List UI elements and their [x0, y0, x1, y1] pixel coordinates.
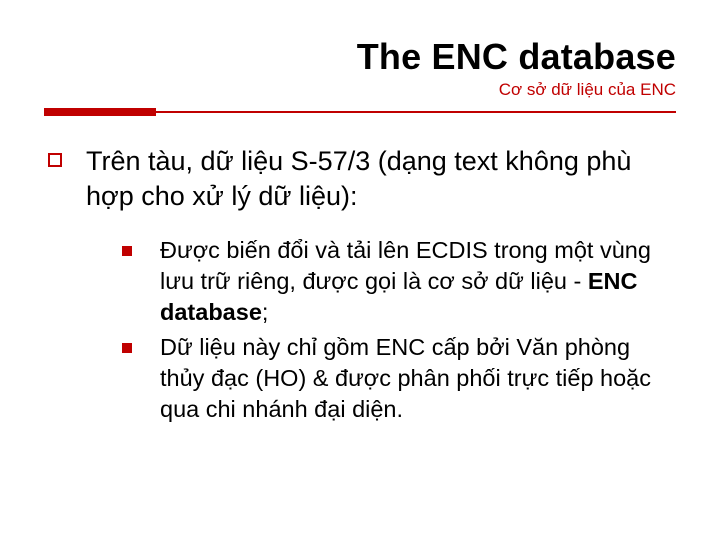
- square-outline-bullet-icon: [48, 153, 62, 167]
- text-pre: Dữ liệu này chỉ gồm ENC cấp bởi Văn phòn…: [160, 334, 651, 422]
- slide-subtitle: Cơ sở dữ liệu của ENC: [44, 80, 676, 100]
- bullet-level1: Trên tàu, dữ liệu S-57/3 (dạng text khôn…: [48, 144, 676, 213]
- square-filled-bullet-icon: [122, 343, 132, 353]
- bullet-level2-text: Được biến đổi và tải lên ECDIS trong một…: [160, 235, 676, 328]
- slide-title: The ENC database: [44, 36, 676, 78]
- text-post: ;: [262, 299, 269, 325]
- text-pre: Được biến đổi và tải lên ECDIS trong một…: [160, 237, 651, 294]
- slide: The ENC database Cơ sở dữ liệu của ENC T…: [0, 0, 720, 540]
- bullet-level2-list: Được biến đổi và tải lên ECDIS trong một…: [48, 235, 676, 425]
- divider-thin: [156, 111, 676, 113]
- slide-body: Trên tàu, dữ liệu S-57/3 (dạng text khôn…: [44, 144, 676, 425]
- bullet-level2-text: Dữ liệu này chỉ gồm ENC cấp bởi Văn phòn…: [160, 332, 676, 425]
- bullet-level2: Được biến đổi và tải lên ECDIS trong một…: [122, 235, 676, 328]
- title-divider: [44, 108, 676, 116]
- divider-thick: [44, 108, 156, 116]
- bullet-level2: Dữ liệu này chỉ gồm ENC cấp bởi Văn phòn…: [122, 332, 676, 425]
- bullet-level1-text: Trên tàu, dữ liệu S-57/3 (dạng text khôn…: [86, 144, 676, 213]
- square-filled-bullet-icon: [122, 246, 132, 256]
